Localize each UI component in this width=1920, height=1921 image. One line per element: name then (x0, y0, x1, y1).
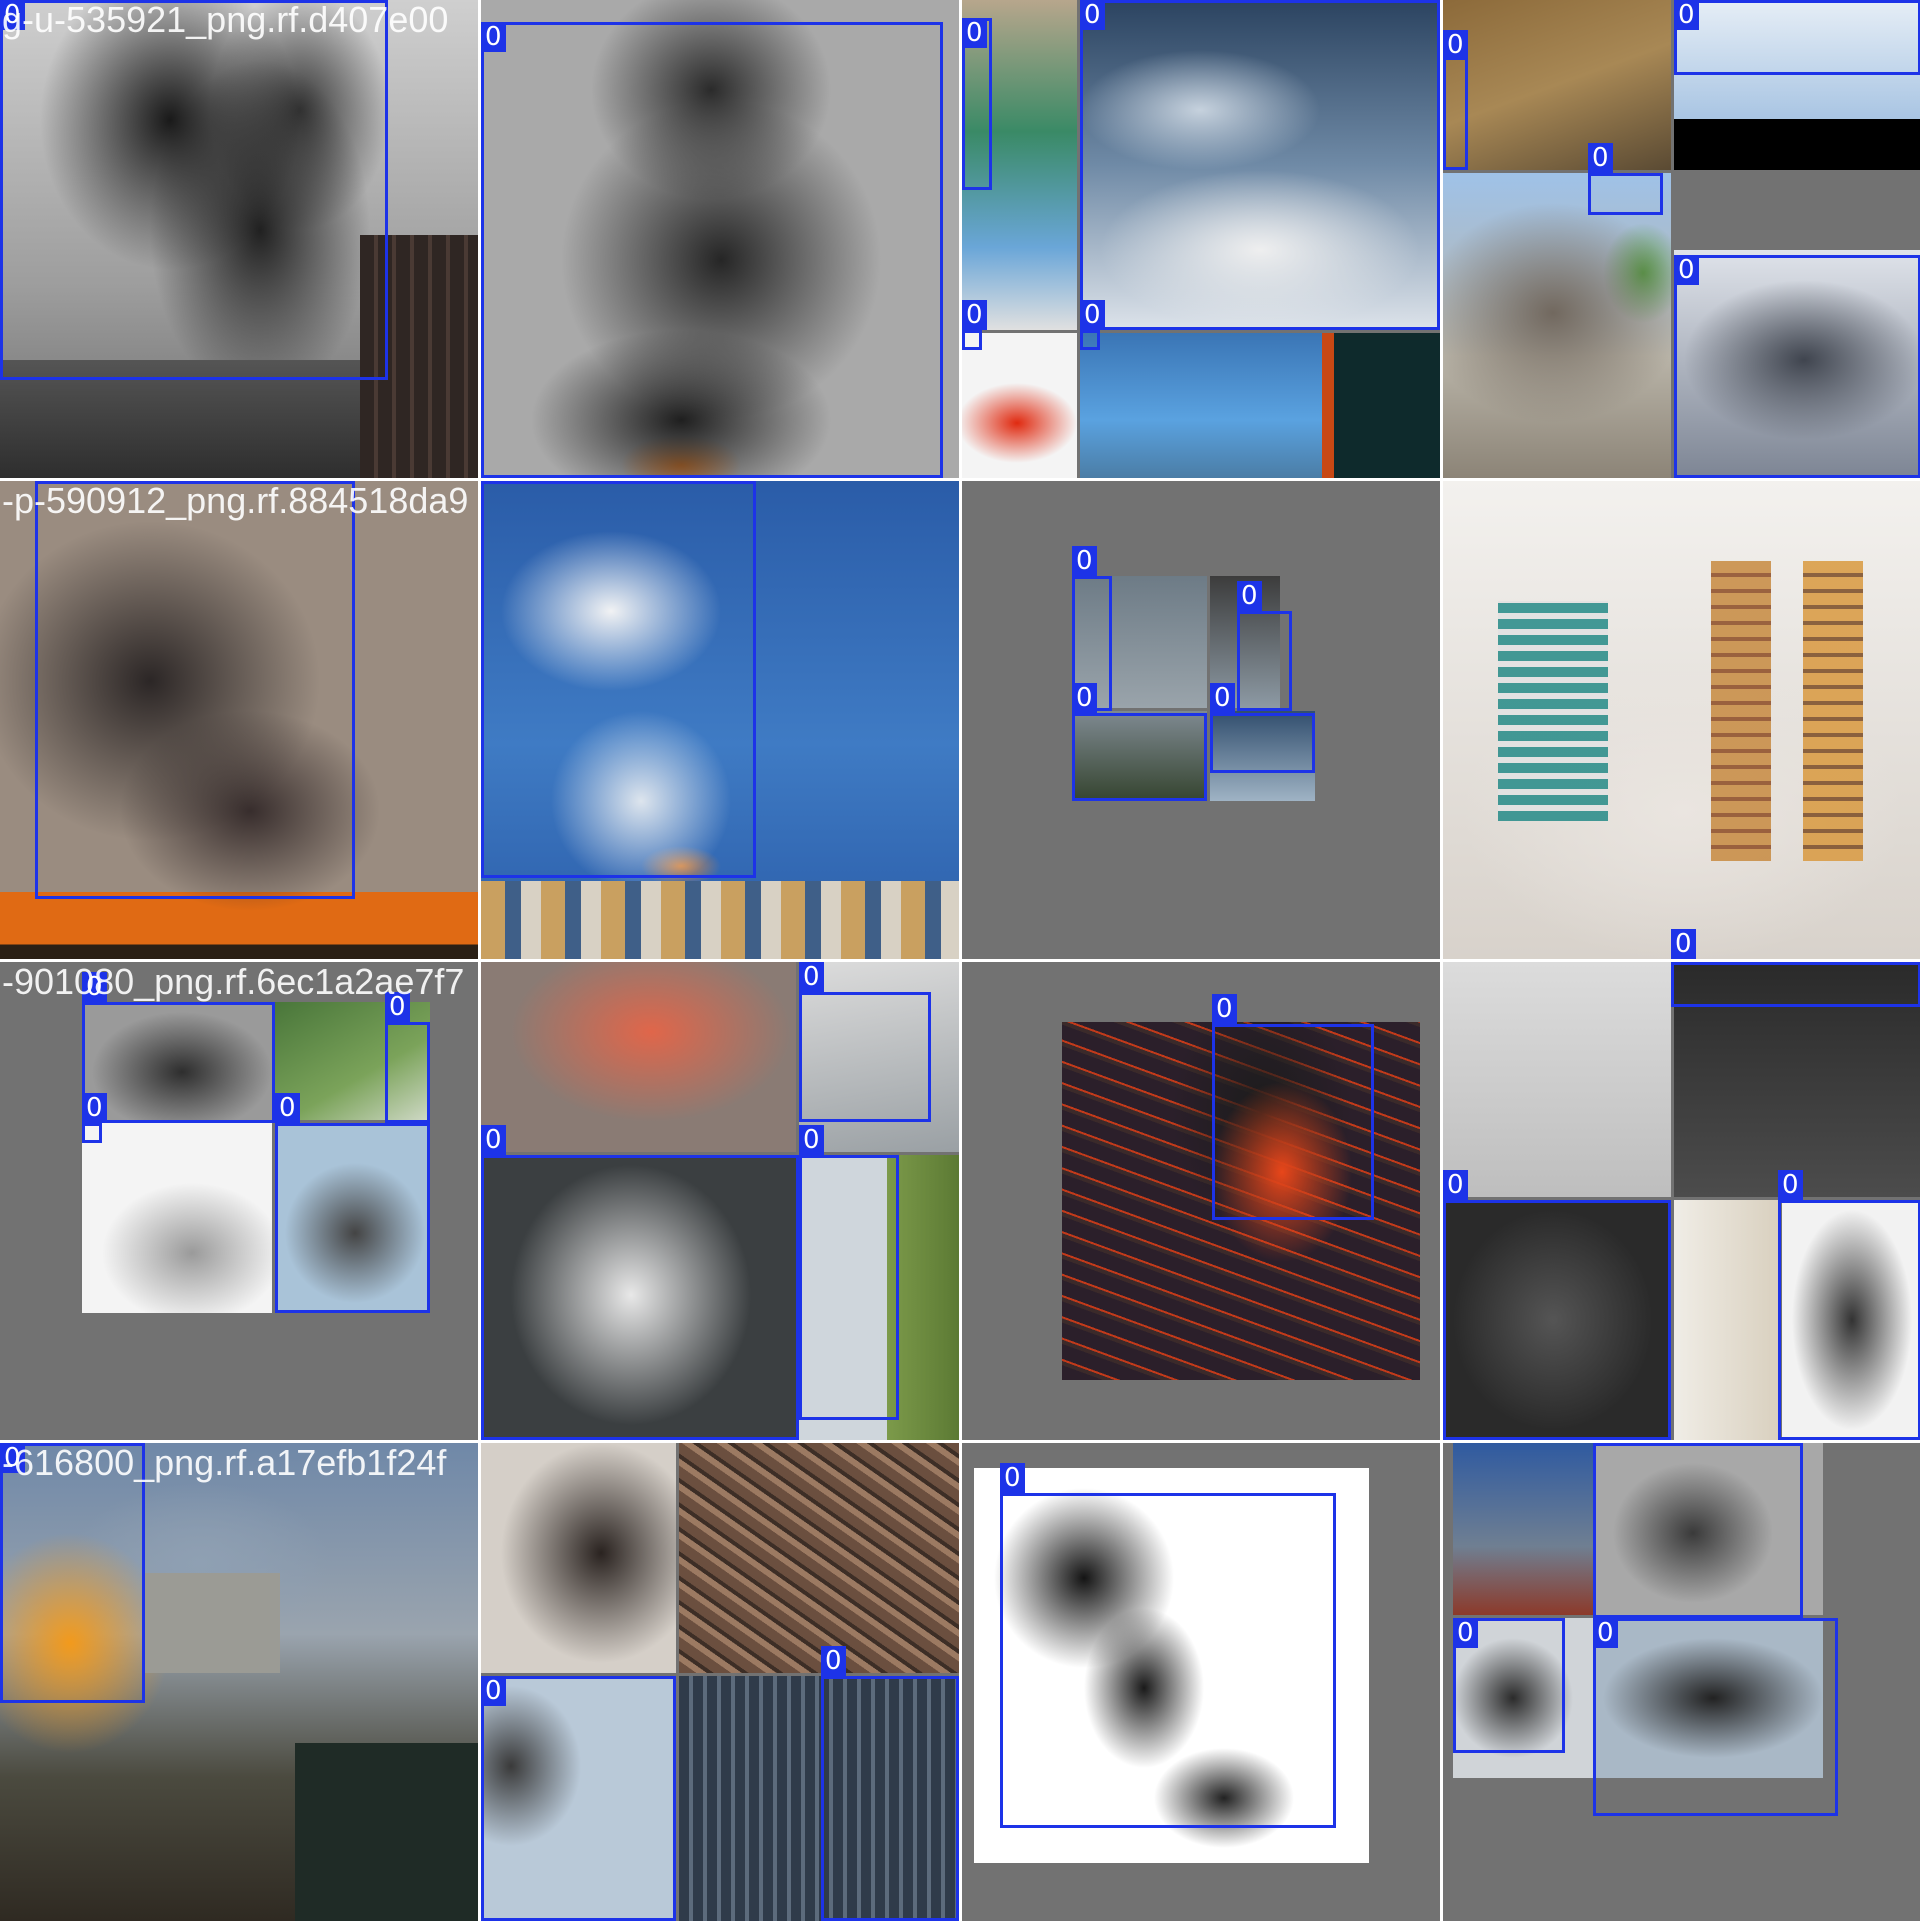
fire-photo (962, 333, 1077, 478)
fire-glow-photo (481, 962, 796, 1152)
class-label: 0 (1674, 0, 1699, 30)
smoke-bbox: 0 (481, 1443, 676, 1673)
dumpster-photo (295, 1743, 478, 1921)
smoke-bbox: 0 (1674, 0, 1920, 75)
tile-r4c4: 0 0 0 (1443, 1443, 1920, 1921)
tile-r3c2: 0 0 0 0 (481, 962, 959, 1440)
tile-r3c4: 0 0 0 (1443, 962, 1920, 1440)
smoke-bbox: 0 (1778, 1170, 1920, 1440)
class-label: 0 (1000, 1463, 1025, 1493)
smoke-bbox: 0 (35, 481, 355, 899)
class-label: 0 (1237, 581, 1262, 611)
smoke-bbox: 0 (275, 1093, 430, 1313)
smoke-photo (82, 1123, 272, 1313)
tile-r2c2: 0 (481, 481, 959, 959)
tile-r2c1: -p-590912_png.rf.884518da9 0 (0, 481, 478, 959)
tile-r1c2: 0 (481, 0, 959, 478)
smoke-bbox: 0 (1443, 1170, 1671, 1440)
smoke-bbox: 0 (1072, 683, 1207, 801)
class-label: 0 (1671, 929, 1696, 959)
tile-r2c4: 0 (1443, 481, 1920, 959)
smoke-bbox: 0 (1671, 962, 1920, 1007)
tile-r1c4: 0 0 0 0 (1443, 0, 1920, 478)
smoke-bbox: 0 (962, 18, 992, 190)
smoke-bbox: 0 (1588, 143, 1663, 215)
class-label: 0 (1593, 1618, 1618, 1648)
smoke-bbox: 0 (0, 0, 388, 380)
tower-photo (1711, 561, 1771, 861)
tile-r1c3: 0 0 0 0 (962, 0, 1440, 478)
class-label: 0 (1212, 994, 1237, 1024)
smoke-bbox: 0 (1210, 683, 1315, 773)
image-filename: g-u-535921_png.rf.d407e00 (2, 0, 449, 40)
class-label: 0 (821, 1646, 846, 1676)
class-label: 0 (481, 1676, 506, 1706)
smoke-bbox: 0 (1212, 994, 1374, 1220)
tile-r3c1: -901080_png.rf.6ec1a2ae7f7 0 0 0 0 (0, 962, 478, 1440)
smoke-bbox: 0 (1080, 300, 1105, 350)
tile-r4c2: 0 0 0 (481, 1443, 959, 1921)
class-label: 0 (962, 18, 987, 48)
smoke-photo (1443, 173, 1671, 478)
class-label: 0 (1778, 1170, 1803, 1200)
class-label: 0 (481, 22, 506, 52)
class-label: 0 (1443, 30, 1468, 60)
smoke-bbox: 0 (1593, 1618, 1838, 1816)
tower-photo (1498, 601, 1608, 821)
house-photo (145, 1573, 280, 1673)
tile-r3c3: 0 (962, 962, 1440, 1440)
smoke-bbox: 0 (481, 22, 943, 478)
smoke-bbox: 0 (1080, 0, 1440, 330)
smoke-bbox: 0 (1000, 1463, 1336, 1828)
tile-r4c3: 0 (962, 1443, 1440, 1921)
class-label: 0 (1072, 683, 1097, 713)
class-label: 0 (481, 1125, 506, 1155)
smoke-bbox: 0 (82, 972, 275, 1123)
smoke-bbox: 0 (481, 962, 501, 982)
tile-r1c1: g-u-535921_png.rf.d407e00 0 (0, 0, 478, 478)
smoke-bbox: 0 (1443, 30, 1468, 170)
image-filename: -901080_png.rf.6ec1a2ae7f7 (2, 962, 465, 1002)
class-label: 0 (799, 1125, 824, 1155)
smoke-bbox: 0 (1674, 255, 1920, 478)
class-label: 0 (1453, 1618, 1478, 1648)
class-label: 0 (275, 1093, 300, 1123)
rubble-photo (679, 1443, 959, 1673)
class-label: 0 (1080, 300, 1105, 330)
smoke-bbox: 0 (481, 1125, 799, 1440)
class-label: 0 (1072, 546, 1097, 576)
smoke-bbox: 0 (82, 1093, 107, 1143)
smoke-bbox: 0 (799, 1125, 899, 1420)
burning-edge-photo (1322, 333, 1440, 478)
class-label: 0 (1443, 1170, 1468, 1200)
image-filename: -p-590912_png.rf.884518da9 (2, 481, 469, 521)
skyline-photo (481, 881, 959, 959)
class-label: 0 (1080, 0, 1105, 30)
class-label: 0 (799, 962, 824, 992)
smoke-bbox: 0 (385, 992, 430, 1123)
smoke-bbox: 0 (1593, 1443, 1803, 1618)
smoke-bbox: 0 (1237, 581, 1292, 711)
smoke-bbox: 0 (481, 1676, 676, 1921)
road-photo (1443, 0, 1671, 170)
smoke-bbox: 0 (1453, 1618, 1565, 1753)
smoke-bbox: 0 (481, 481, 756, 878)
class-label: 0 (1210, 683, 1235, 713)
sky-photo (1443, 962, 1671, 1197)
detection-mosaic: g-u-535921_png.rf.d407e00 0 0 0 0 0 0 0 … (0, 0, 1920, 1921)
factory-photo (1453, 1443, 1593, 1615)
class-label: 0 (1588, 143, 1613, 173)
smoke-bbox: 0 (962, 300, 987, 350)
smoke-bbox: 0 (821, 1646, 959, 1921)
tile-r2c3: 0 0 0 0 (962, 481, 1440, 959)
smoke-bbox: 0 (799, 962, 931, 1122)
class-label: 0 (82, 1093, 107, 1123)
image-filename: -616800_png.rf.a17efb1f24f (2, 1443, 447, 1483)
beach-photo (1674, 1200, 1779, 1440)
tile-r4c1: -616800_png.rf.a17efb1f24f 0 (0, 1443, 478, 1921)
tower-photo (1803, 561, 1863, 861)
class-label: 0 (1674, 255, 1699, 285)
class-label: 0 (962, 300, 987, 330)
